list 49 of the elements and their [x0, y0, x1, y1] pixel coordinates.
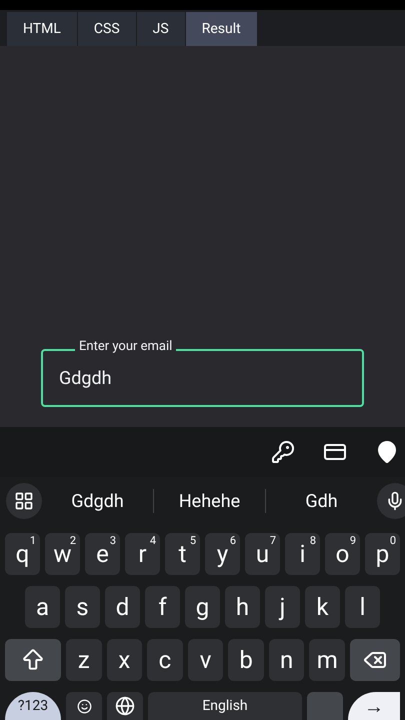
key[interactable]: l [345, 586, 380, 628]
globe-icon [115, 696, 135, 716]
key-hint: 8 [310, 535, 316, 546]
key-hint: 5 [190, 535, 196, 546]
voice-button[interactable] [377, 483, 405, 519]
key[interactable]: d [105, 586, 140, 628]
key[interactable]: b [228, 639, 264, 681]
key-hint: 3 [110, 535, 116, 546]
tab[interactable]: JS [136, 12, 185, 46]
key-hint: 7 [270, 535, 276, 546]
tab[interactable]: Result [186, 12, 257, 46]
key-icon[interactable] [271, 440, 295, 464]
suggestion[interactable]: Hehehe [154, 488, 265, 514]
key[interactable]: g [185, 586, 220, 628]
backspace-key[interactable] [350, 639, 400, 681]
key-hint: 2 [70, 535, 76, 546]
tab[interactable]: CSS [78, 12, 136, 46]
key-hint: 1 [30, 535, 36, 546]
key[interactable]: n [268, 639, 304, 681]
key[interactable]: s [65, 586, 100, 628]
key[interactable]: z [66, 639, 102, 681]
field-value: Gdgdh [59, 366, 112, 390]
key[interactable]: j [265, 586, 300, 628]
key[interactable]: v [188, 639, 224, 681]
field-label: Enter your email [75, 339, 176, 355]
key[interactable]: m [309, 639, 346, 681]
key-hint: 4 [150, 535, 156, 546]
key-hint: 9 [350, 535, 356, 546]
emoji-icon [76, 698, 92, 714]
shift-key[interactable] [5, 639, 61, 681]
key[interactable]: x [106, 639, 142, 681]
key[interactable]: h [225, 586, 260, 628]
suggestion[interactable]: Gdh [266, 488, 377, 514]
space-key[interactable]: English [148, 692, 302, 720]
emoji-key[interactable] [66, 692, 102, 720]
key[interactable]: f [145, 586, 180, 628]
apps-button[interactable] [6, 483, 42, 519]
key-hint: 0 [390, 535, 396, 546]
symbols-key[interactable]: ?123 [5, 692, 61, 720]
tab[interactable]: HTML [7, 12, 77, 46]
key[interactable]: k [305, 586, 340, 628]
location-icon[interactable] [375, 440, 399, 464]
key-hint: 6 [230, 535, 236, 546]
language-key[interactable] [107, 692, 143, 720]
key[interactable]: a [25, 586, 60, 628]
suggestion[interactable]: Gdgdh [42, 488, 153, 514]
enter-key[interactable]: → [348, 692, 400, 720]
grid-icon [14, 491, 34, 511]
key[interactable]: c [147, 639, 183, 681]
